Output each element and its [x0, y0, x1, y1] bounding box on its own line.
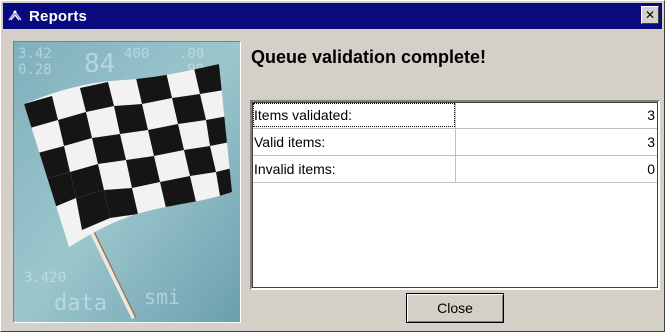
svg-text:400: 400: [124, 46, 149, 62]
svg-text:3.420: 3.420: [24, 270, 66, 286]
svg-text:3.42: 3.42: [18, 46, 52, 62]
svg-text:0.28: 0.28: [18, 62, 52, 78]
row-value: 0: [647, 161, 655, 177]
close-button[interactable]: Close: [406, 293, 504, 323]
row-value: 3: [647, 107, 655, 123]
results-row-invalid-items[interactable]: Invalid items: 0: [252, 156, 658, 183]
row-label: Items validated:: [252, 102, 456, 128]
checkered-flag-image: 3.42 0.28 84 400 .00 .99 3.420 data smi: [13, 41, 241, 323]
results-row-items-validated[interactable]: Items validated: 3: [252, 102, 658, 129]
reports-app-icon: [7, 8, 23, 24]
results-row-valid-items[interactable]: Valid items: 3: [252, 129, 658, 156]
window-title: Reports: [29, 7, 88, 25]
validation-status-heading: Queue validation complete!: [251, 47, 487, 67]
svg-text:84: 84: [84, 49, 115, 79]
results-list[interactable]: Items validated: 3 Valid items: 3 Invali…: [250, 100, 660, 290]
row-label: Invalid items:: [252, 156, 456, 182]
row-label: Valid items:: [252, 129, 456, 155]
svg-text:smi: smi: [144, 285, 180, 309]
reports-window: Reports ✕ 3.42 0.28 84 400 .00 .99 3.420…: [0, 0, 665, 332]
title-bar[interactable]: Reports ✕: [3, 3, 662, 29]
svg-text:data: data: [54, 291, 107, 316]
row-value: 3: [647, 134, 655, 150]
svg-text:.00: .00: [179, 46, 204, 62]
close-x-icon[interactable]: ✕: [641, 6, 659, 24]
